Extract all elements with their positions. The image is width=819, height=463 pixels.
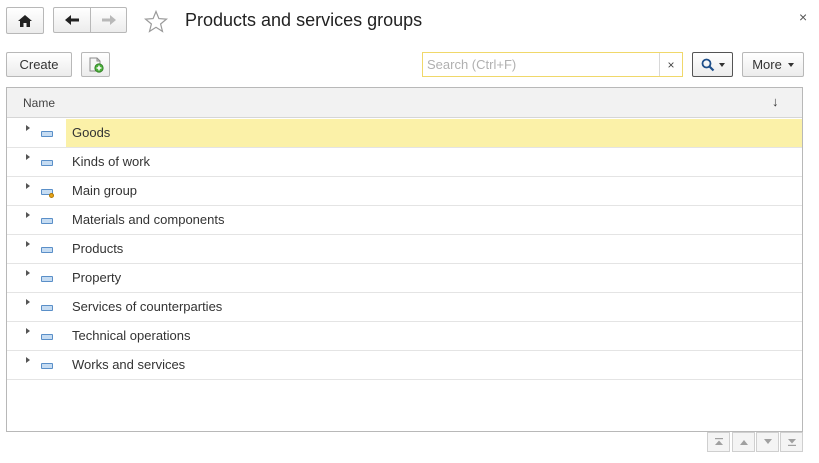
list-item-label: Main group	[72, 183, 138, 198]
search-icon	[701, 58, 714, 71]
list-item[interactable]: Materials and components	[7, 206, 802, 235]
more-button-label: More	[752, 57, 782, 72]
home-button[interactable]	[6, 7, 44, 34]
folder-icon	[41, 363, 53, 369]
more-button[interactable]: More	[742, 52, 804, 77]
list-item[interactable]: Products	[7, 235, 802, 264]
arrow-left-icon	[65, 15, 79, 25]
list-item-label: Goods	[66, 119, 802, 147]
list-item-label: Works and services	[72, 357, 186, 372]
prev-page-button[interactable]	[732, 432, 755, 452]
arrow-right-icon	[101, 15, 116, 25]
expand-icon[interactable]	[26, 212, 30, 218]
list-item[interactable]: Services of counterparties	[7, 293, 802, 322]
search-options-button[interactable]	[692, 52, 733, 77]
search-clear-button[interactable]: ×	[659, 53, 682, 76]
search-field[interactable]: ×	[422, 52, 683, 77]
next-page-icon	[763, 439, 772, 444]
last-page-icon	[787, 439, 796, 446]
list-header: Name ↓	[7, 88, 802, 118]
expand-icon[interactable]	[26, 241, 30, 247]
list-item-label: Services of counterparties	[72, 299, 223, 314]
create-button[interactable]: Create	[6, 52, 72, 77]
groups-list[interactable]: Name ↓ Goods Kinds of work Main group Mater…	[6, 87, 803, 432]
search-input[interactable]	[423, 53, 660, 76]
next-page-button[interactable]	[756, 432, 779, 452]
list-item-label: Kinds of work	[72, 154, 151, 169]
expand-icon[interactable]	[26, 357, 30, 363]
list-item-label: Technical operations	[72, 328, 191, 343]
back-button[interactable]	[53, 7, 91, 33]
first-page-icon	[714, 438, 723, 445]
expand-icon[interactable]	[26, 270, 30, 276]
list-item-label: Materials and components	[72, 212, 225, 227]
list-item-label: Property	[72, 270, 122, 285]
forward-button[interactable]	[90, 7, 127, 33]
folder-icon	[41, 218, 53, 224]
create-copy-button[interactable]	[81, 52, 110, 77]
list-item-label: Products	[72, 241, 124, 256]
list-item[interactable]: Kinds of work	[7, 148, 802, 177]
folder-icon	[41, 334, 53, 340]
folder-icon	[41, 131, 53, 137]
chevron-down-icon	[787, 62, 794, 67]
expand-icon[interactable]	[26, 328, 30, 334]
first-page-button[interactable]	[707, 432, 730, 452]
expand-icon[interactable]	[26, 299, 30, 305]
column-header-name[interactable]: Name	[23, 96, 55, 110]
star-icon[interactable]	[144, 10, 168, 33]
list-item[interactable]: Property	[7, 264, 802, 293]
close-icon[interactable]: ×	[799, 9, 807, 25]
folder-icon	[41, 247, 53, 253]
folder-icon	[41, 305, 53, 311]
marker-icon	[49, 193, 54, 198]
chevron-down-icon	[718, 62, 725, 67]
expand-icon[interactable]	[26, 183, 30, 189]
home-icon	[18, 14, 32, 27]
sort-descending-icon[interactable]: ↓	[772, 94, 779, 109]
list-item[interactable]: Goods	[7, 119, 802, 148]
prev-page-icon	[739, 440, 748, 445]
list-item[interactable]: Main group	[7, 177, 802, 206]
add-document-icon	[89, 57, 104, 73]
last-page-button[interactable]	[780, 432, 803, 452]
expand-icon[interactable]	[26, 154, 30, 160]
list-item[interactable]: Works and services	[7, 351, 802, 380]
page-title: Products and services groups	[185, 10, 423, 30]
expand-icon[interactable]	[26, 125, 30, 131]
create-button-label: Create	[19, 57, 59, 72]
folder-icon	[41, 160, 53, 166]
list-item[interactable]: Technical operations	[7, 322, 802, 351]
folder-icon	[41, 276, 53, 282]
